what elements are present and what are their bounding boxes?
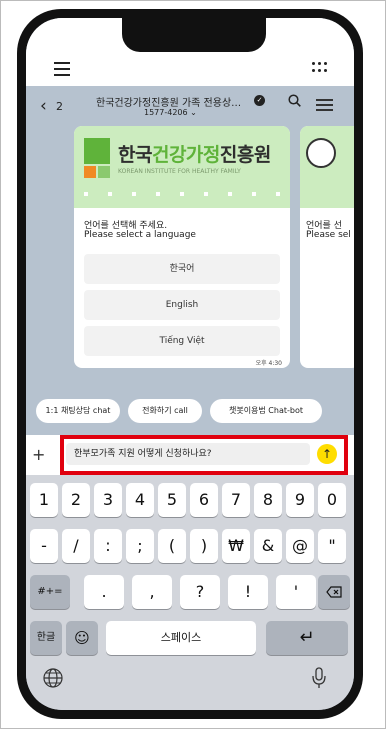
grid-menu-icon[interactable] xyxy=(312,62,328,74)
logo-korean-name: 한국건강가정진흥원 xyxy=(118,144,271,166)
chip-chatbot-guide[interactable]: 챗봇이용법 Chat-bot xyxy=(210,399,322,423)
keyboard: 1 2 3 4 5 6 7 8 9 0 - / : ; ( ) ₩ & @ " xyxy=(26,475,354,710)
screenshot-frame: ‹ 2 한국건강가정진흥원 가족 전용상… 1577-4206 ⌄ ✓ 한국건강… xyxy=(0,0,386,729)
key-7[interactable]: 7 xyxy=(222,483,250,517)
language-button-english[interactable]: English xyxy=(84,290,280,320)
key-slash[interactable]: / xyxy=(62,529,90,563)
input-highlight-box xyxy=(60,435,348,475)
next-card-partial[interactable]: 언어를 선 Please sel xyxy=(300,126,354,368)
key-6[interactable]: 6 xyxy=(190,483,218,517)
key-9[interactable]: 9 xyxy=(286,483,314,517)
key-at[interactable]: @ xyxy=(286,529,314,563)
key-5[interactable]: 5 xyxy=(158,483,186,517)
key-symbols[interactable]: #+= xyxy=(30,575,70,609)
home-icon xyxy=(306,138,336,168)
phone-number: 1577-4206 xyxy=(144,108,188,117)
key-colon[interactable]: : xyxy=(94,529,122,563)
key-close-paren[interactable]: ) xyxy=(190,529,218,563)
logo-english-name: KOREAN INSTITUTE FOR HEALTHY FAMILY xyxy=(118,168,241,175)
key-won[interactable]: ₩ xyxy=(222,529,250,563)
key-hyphen[interactable]: - xyxy=(30,529,58,563)
chat-room-phone[interactable]: 1577-4206 ⌄ xyxy=(144,108,197,117)
back-arrow-icon[interactable]: ‹ xyxy=(40,96,47,116)
key-apostrophe[interactable]: ' xyxy=(276,575,316,609)
return-icon[interactable]: ↵ xyxy=(266,621,348,655)
next-card-prompt-english: Please sel xyxy=(306,230,351,240)
key-8[interactable]: 8 xyxy=(254,483,282,517)
phone-screen: ‹ 2 한국건강가정진흥원 가족 전용상… 1577-4206 ⌄ ✓ 한국건강… xyxy=(26,18,354,710)
key-1[interactable]: 1 xyxy=(30,483,58,517)
key-semicolon[interactable]: ; xyxy=(126,529,154,563)
banner-dot-pattern xyxy=(84,192,284,200)
phone-notch xyxy=(122,18,266,52)
microphone-icon[interactable] xyxy=(312,667,326,689)
unread-count: 2 xyxy=(56,100,63,113)
globe-icon[interactable] xyxy=(42,667,64,689)
language-prompt-english: Please select a language xyxy=(84,230,196,240)
phone-body: ‹ 2 한국건강가정진흥원 가족 전용상… 1577-4206 ⌄ ✓ 한국건강… xyxy=(17,9,363,719)
key-space[interactable]: 스페이스 xyxy=(106,621,256,655)
key-comma[interactable]: , xyxy=(132,575,172,609)
key-ampersand[interactable]: & xyxy=(254,529,282,563)
key-3[interactable]: 3 xyxy=(94,483,122,517)
next-card-banner xyxy=(300,126,354,208)
language-button-vietnamese[interactable]: Tiếng Việt xyxy=(84,326,280,356)
chip-call[interactable]: 전화하기 call xyxy=(128,399,202,423)
key-0[interactable]: 0 xyxy=(318,483,346,517)
key-hangul[interactable]: 한글 xyxy=(30,621,62,655)
logo-orange-square xyxy=(84,166,96,178)
language-button-korean[interactable]: 한국어 xyxy=(84,254,280,284)
key-2[interactable]: 2 xyxy=(62,483,90,517)
quick-reply-chips: 1:1 채팅상담 chat 전화하기 call 챗봇이용법 Chat-bot xyxy=(26,399,354,423)
language-select-card: 한국건강가정진흥원 KOREAN INSTITUTE FOR HEALTHY F… xyxy=(74,126,290,368)
chat-room-title[interactable]: 한국건강가정진흥원 가족 전용상… xyxy=(96,94,246,109)
backspace-icon[interactable] xyxy=(318,575,350,609)
verified-check-icon: ✓ xyxy=(254,95,265,106)
logo-green-square xyxy=(84,138,110,164)
key-4[interactable]: 4 xyxy=(126,483,154,517)
key-open-paren[interactable]: ( xyxy=(158,529,186,563)
key-question[interactable]: ? xyxy=(180,575,220,609)
key-quote[interactable]: " xyxy=(318,529,346,563)
message-time: 오후 4:30 xyxy=(255,360,282,367)
chat-menu-icon[interactable] xyxy=(316,99,333,112)
kihf-banner: 한국건강가정진흥원 KOREAN INSTITUTE FOR HEALTHY F… xyxy=(74,126,290,208)
chat-header: ‹ 2 한국건강가정진흥원 가족 전용상… 1577-4206 ⌄ ✓ xyxy=(26,86,354,126)
hamburger-menu-icon[interactable] xyxy=(54,62,70,76)
search-icon[interactable] xyxy=(288,94,301,107)
logo-green-small-square xyxy=(98,166,110,178)
chip-chat-consult[interactable]: 1:1 채팅상담 chat xyxy=(36,399,120,423)
key-period[interactable]: . xyxy=(84,575,124,609)
plus-icon[interactable]: + xyxy=(32,445,45,464)
emoji-icon[interactable]: ☺ xyxy=(66,621,98,655)
key-exclamation[interactable]: ! xyxy=(228,575,268,609)
